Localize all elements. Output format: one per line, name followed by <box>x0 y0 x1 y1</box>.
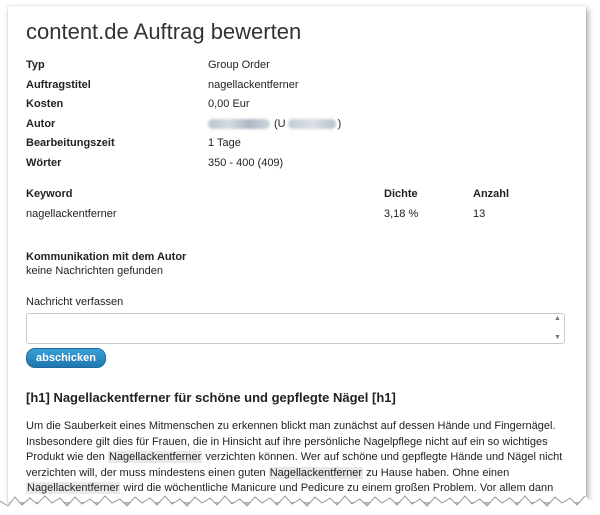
info-label: Autor <box>26 117 56 130</box>
info-row-typ: Typ Group Order <box>26 56 571 76</box>
info-label: Auftragstitel <box>26 78 91 91</box>
info-label: Bearbeitungszeit <box>26 137 115 149</box>
torn-paper-edge <box>0 495 600 515</box>
info-value: Group Order <box>208 59 270 71</box>
submit-button[interactable]: abschicken <box>26 348 106 368</box>
info-label: Typ <box>26 59 45 71</box>
article-text: Um die Sauberkeit eines Mitmenschen zu e… <box>26 419 571 497</box>
info-row-woerter: Wörter 350 - 400 (409) <box>26 154 571 174</box>
message-label: Nachricht verfassen <box>26 296 124 308</box>
message-textarea-container: ▲ ▼ <box>26 313 565 344</box>
column-header-anzahl: Anzahl <box>473 188 510 200</box>
author-id-suffix: ) <box>337 117 342 130</box>
keyword-cell: nagellackentferner <box>26 208 117 220</box>
table-row: nagellackentferner 3,18 % 13 <box>26 206 571 222</box>
column-header-dichte: Dichte <box>384 188 418 200</box>
info-row-autor: Autor (U ) <box>26 115 571 135</box>
count-cell: 13 <box>473 208 486 220</box>
order-info: Typ Group Order Auftragstitel nagellacke… <box>26 56 571 173</box>
screenshot-frame: content.de Auftrag bewerten Typ Group Or… <box>8 6 586 502</box>
info-row-auftragstitel: Auftragstitel nagellackentferner <box>26 76 571 96</box>
message-textarea[interactable] <box>27 314 555 343</box>
keyword-highlight: Nagellackentferner <box>107 451 203 463</box>
keyword-highlight: Nagellackentferner <box>268 466 364 479</box>
info-row-kosten: Kosten 0,00 Eur <box>26 95 571 115</box>
page-title: content.de Auftrag bewerten <box>26 19 302 44</box>
article-heading: [h1] Nagellackentferner für schöne und g… <box>26 390 396 405</box>
column-header-keyword: Keyword <box>26 188 73 200</box>
scroll-up-icon[interactable]: ▲ <box>554 315 561 323</box>
article-text-part: zu Hause haben. Ohne einen <box>363 466 510 479</box>
info-label: Wörter <box>26 156 62 169</box>
info-value: 1 Tage <box>208 137 241 149</box>
scroll-down-icon[interactable]: ▼ <box>554 334 561 342</box>
communication-empty-text: keine Nachrichten gefunden <box>26 265 163 277</box>
communication-heading: Kommunikation mit dem Autor <box>26 251 187 263</box>
textarea-scrollbar[interactable]: ▲ ▼ <box>552 315 563 342</box>
info-label: Kosten <box>26 98 64 110</box>
keyword-table-header: Keyword Dichte Anzahl <box>26 186 571 206</box>
redacted-author-name <box>208 119 270 130</box>
redacted-author-id <box>287 119 336 130</box>
order-review-page: content.de Auftrag bewerten Typ Group Or… <box>26 18 571 497</box>
density-cell: 3,18 % <box>384 208 419 220</box>
author-id-prefix: (U <box>274 117 286 130</box>
info-row-bearbeitungszeit: Bearbeitungszeit 1 Tage <box>26 134 571 154</box>
author-value[interactable]: (U ) <box>208 115 341 135</box>
info-value: 350 - 400 (409) <box>208 156 284 169</box>
info-value: 0,00 Eur <box>208 98 250 110</box>
keyword-table: Keyword Dichte Anzahl nagellackentferner… <box>26 186 571 222</box>
info-value: nagellackentferner <box>208 78 299 91</box>
